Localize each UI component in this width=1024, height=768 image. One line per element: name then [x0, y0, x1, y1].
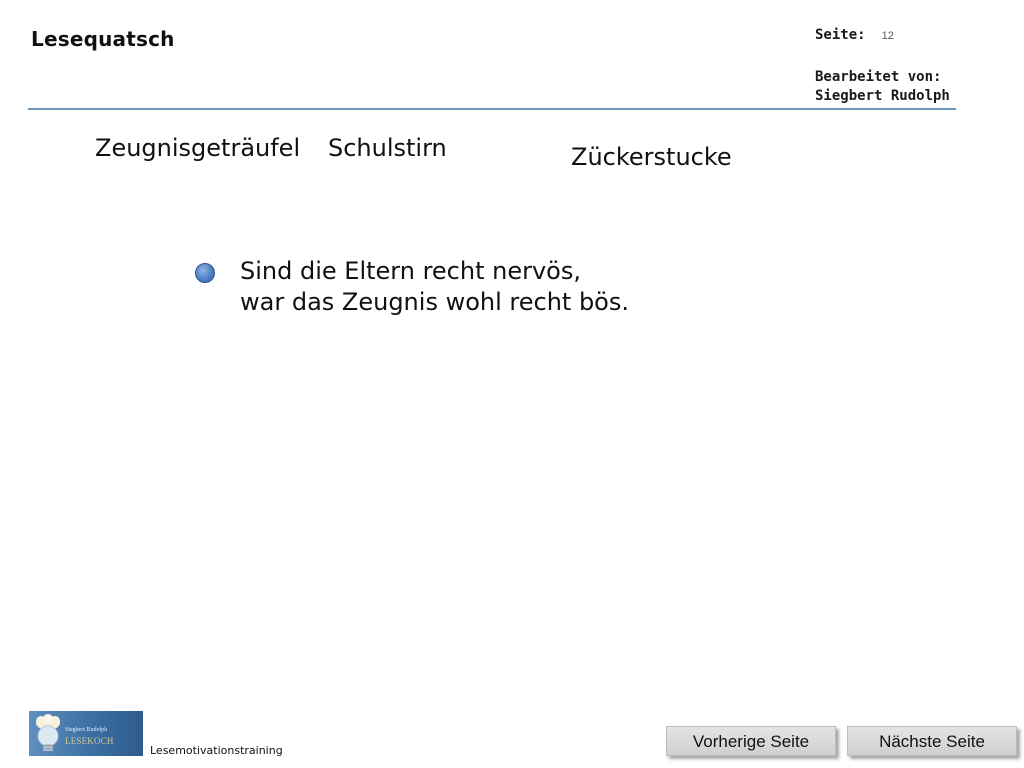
page-info: Seite: 12: [815, 27, 950, 43]
logo-author: Siegbert Rudolph: [65, 727, 108, 733]
editor-label: Bearbeitet von:: [815, 69, 942, 85]
editor-name: Siegbert Rudolph: [815, 88, 950, 104]
rhyme-line-2: war das Zeugnis wohl recht bös.: [240, 288, 629, 316]
page-number: 12: [881, 30, 894, 42]
logo-brand: LESEKOCH: [65, 736, 114, 746]
next-page-button[interactable]: Nächste Seite: [847, 726, 1017, 756]
header-divider: [28, 108, 956, 110]
page-meta: Seite: 12 Bearbeitet von: Siegbert Rudol…: [815, 27, 950, 104]
lesekoch-logo: Siegbert Rudolph LESEKOCH: [29, 711, 143, 756]
nonsense-word-1[interactable]: Zeugnisgeträufel: [95, 134, 300, 162]
footer-label: Lesemotivationstraining: [150, 744, 283, 757]
lightbulb-chef-icon: [36, 714, 60, 751]
rhyme-line-1: Sind die Eltern recht nervös,: [240, 257, 581, 285]
nonsense-word-3[interactable]: Zückerstucke: [571, 143, 732, 171]
rhyme-text: Sind die Eltern recht nervös, war das Ze…: [240, 256, 629, 318]
page-label: Seite:: [815, 27, 866, 43]
app-title: Lesequatsch: [31, 27, 175, 51]
nonsense-word-2[interactable]: Schulstirn: [328, 134, 447, 162]
audio-bullet-icon[interactable]: [195, 263, 215, 283]
previous-page-button[interactable]: Vorherige Seite: [666, 726, 836, 756]
